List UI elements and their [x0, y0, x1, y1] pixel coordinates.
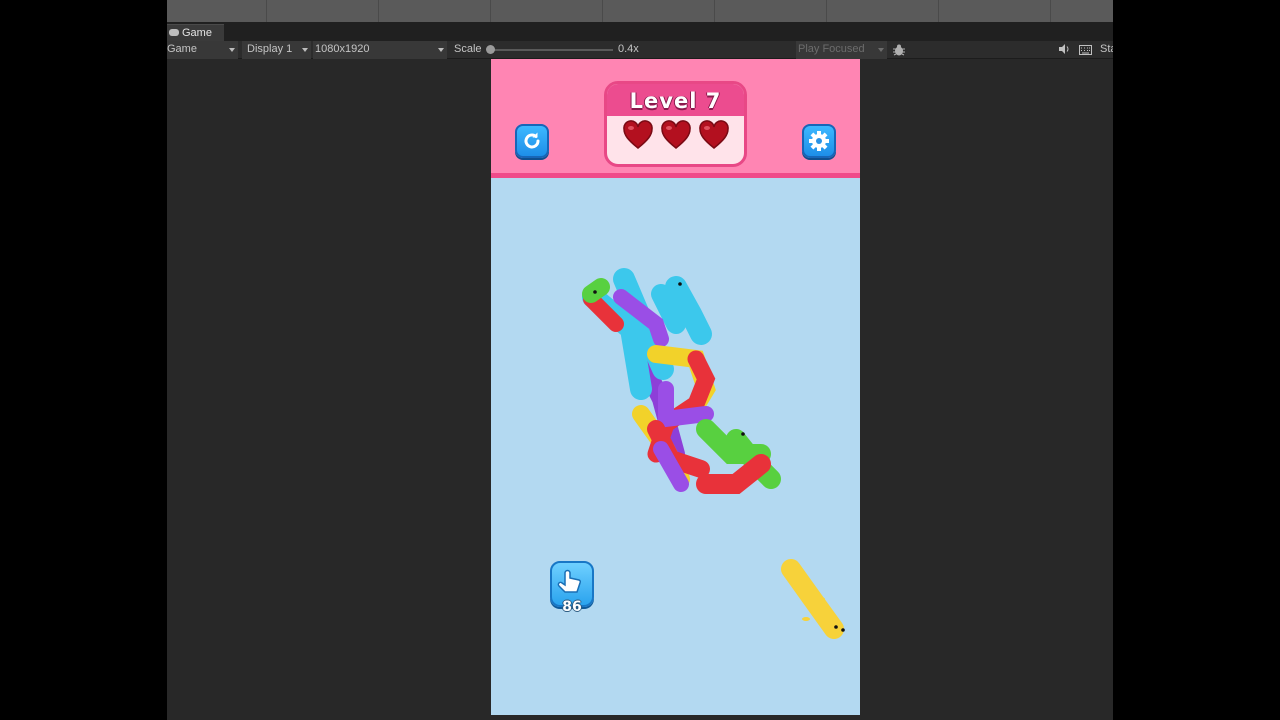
game-view-toolbar: Game Display 1 1080x1920 Scale 0.4x Play… [167, 41, 1113, 59]
taps-remaining-count: 86 [562, 599, 582, 615]
gamepad-icon [169, 29, 179, 36]
editor-tab-bar: Game [167, 22, 1113, 41]
game-viewport[interactable]: Level 7 86 [491, 59, 860, 715]
view-mode-label: Game [167, 43, 197, 55]
tab-game-label: Game [182, 27, 212, 39]
scale-slider-track[interactable] [490, 49, 613, 51]
keyboard-icon[interactable] [1079, 44, 1092, 62]
play-mode-dropdown[interactable]: Play Focused [796, 41, 887, 59]
scale-label: Scale [454, 43, 482, 55]
tab-game[interactable]: Game [167, 24, 224, 41]
scale-slider-handle[interactable] [486, 45, 495, 54]
play-mode-label: Play Focused [798, 43, 865, 55]
resolution-label: 1080x1920 [315, 43, 370, 55]
view-mode-dropdown[interactable]: Game [167, 41, 238, 59]
scale-value: 0.4x [618, 43, 639, 55]
stats-button[interactable]: Sta [1100, 41, 1113, 59]
speaker-icon[interactable] [1058, 43, 1070, 61]
chevron-down-icon [438, 48, 444, 52]
chevron-down-icon [302, 48, 308, 52]
editor-top-strip [167, 0, 1113, 22]
display-dropdown[interactable]: Display 1 [242, 41, 311, 59]
resolution-dropdown[interactable]: 1080x1920 [313, 41, 447, 59]
worm-pile[interactable] [491, 59, 860, 715]
chevron-down-icon [229, 48, 235, 52]
chevron-down-icon [878, 48, 884, 52]
bug-icon[interactable] [892, 43, 906, 61]
hand-tap-icon [557, 569, 582, 593]
display-label: Display 1 [247, 43, 293, 55]
unity-editor-window: Game Game Display 1 1080x1920 Scale 0.4x… [167, 0, 1113, 720]
